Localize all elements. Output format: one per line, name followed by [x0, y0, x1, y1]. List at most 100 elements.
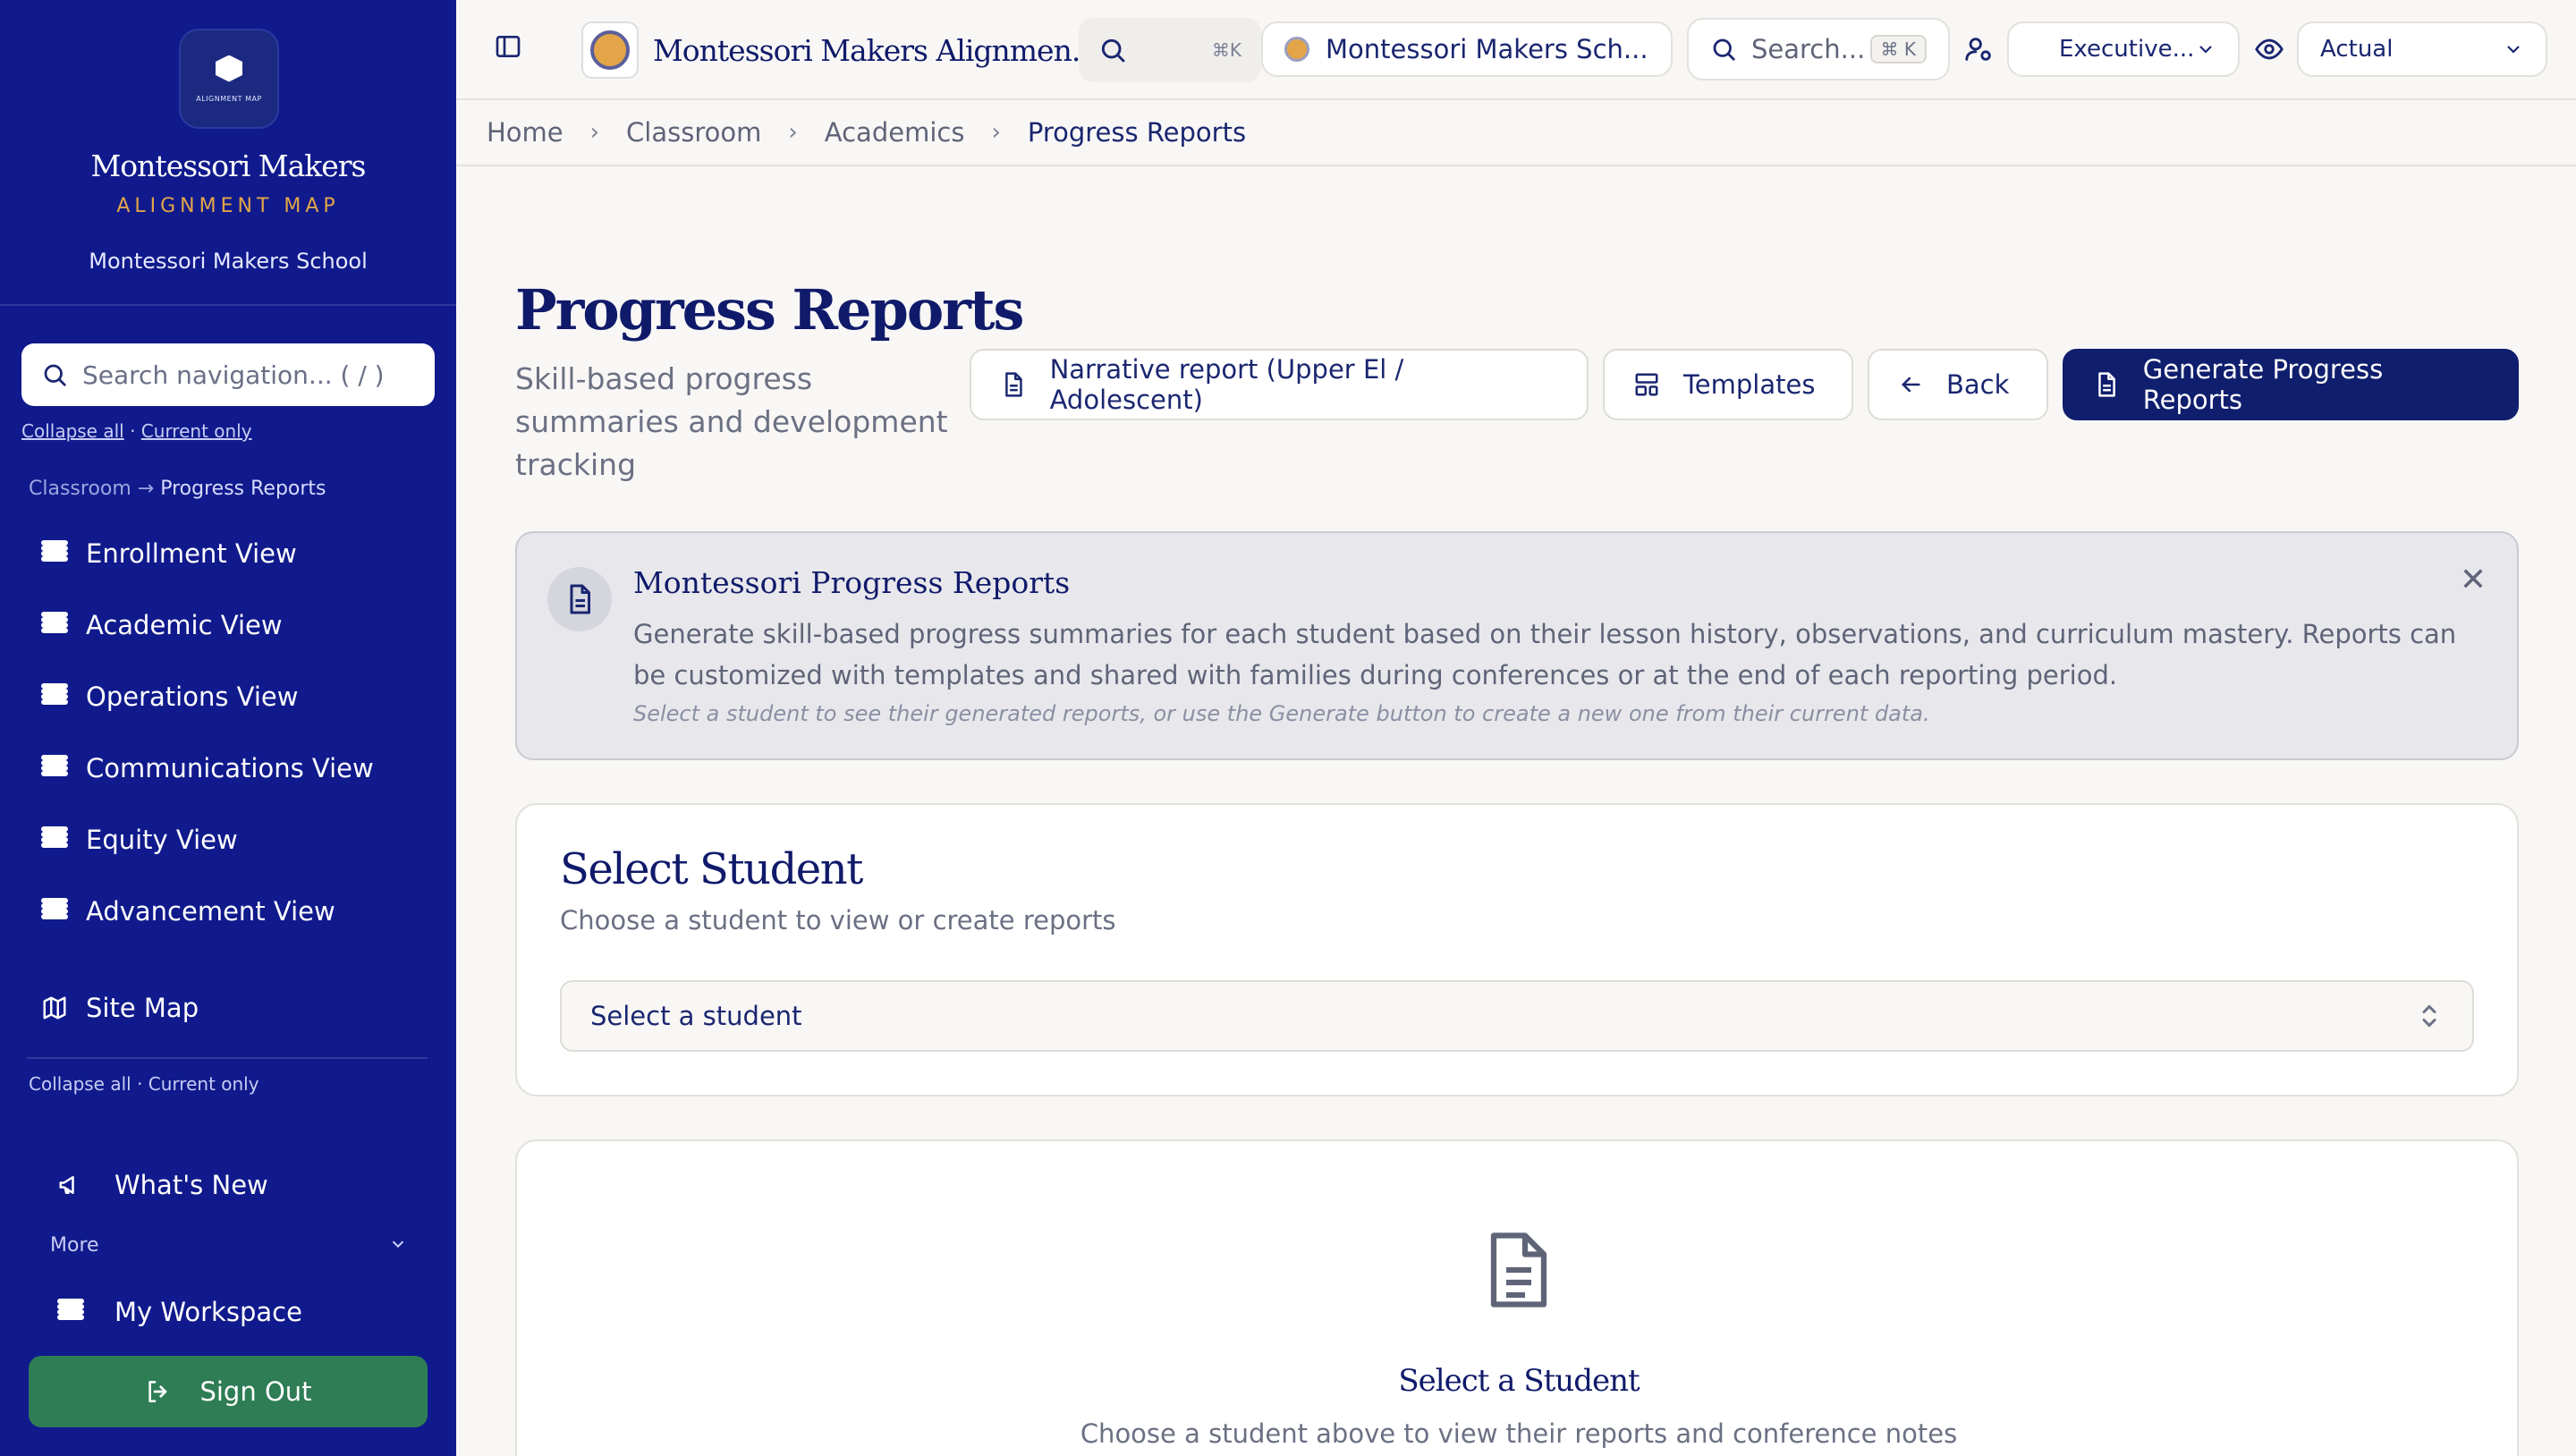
narrative-report-label: Narrative report (Upper El / Adolescent)	[1049, 354, 1404, 415]
school-selector-label: Montessori Makers Sch...	[1326, 34, 1648, 64]
sidebar-item-my-workspace[interactable]: My Workspace	[57, 1290, 302, 1334]
templates-button[interactable]: Templates	[1603, 349, 1853, 420]
global-search[interactable]: Search... ⌘ K	[1687, 18, 1950, 80]
nav-search[interactable]	[21, 343, 435, 406]
sidebar-item-label: Enrollment View	[86, 538, 297, 569]
megaphone-icon	[59, 1176, 74, 1194]
topbar: Montessori Makers Alignmen... ⌘K Montess…	[456, 0, 2576, 100]
chevron-right-icon: ›	[991, 119, 1001, 146]
sidebar-item-operations[interactable]: Operations View	[41, 674, 298, 719]
sidebar-item-label: Academic View	[86, 610, 283, 640]
sidebar-item-academic[interactable]: Academic View	[41, 603, 283, 648]
nav-controls-bottom: Collapse all · Current only	[29, 1073, 259, 1095]
generate-reports-label: Generate Progress Reports	[2142, 354, 2384, 415]
eye-icon	[2255, 38, 2284, 60]
page-title: Progress Reports	[515, 277, 1024, 343]
view-mode-value: Actual	[2320, 36, 2394, 63]
sidebar-item-communications[interactable]: Communications View	[41, 746, 374, 791]
info-body: Generate skill-based progress summaries …	[633, 619, 2457, 690]
chevron-up-down-icon	[2422, 1004, 2436, 1028]
map-icon	[43, 996, 66, 1020]
sidebar-item-label: Advancement View	[86, 896, 335, 927]
role-dropdown[interactable]: Executive...	[2007, 21, 2240, 77]
chevron-down-icon	[392, 1240, 404, 1249]
more-label: More	[50, 1234, 99, 1257]
breadcrumb-current: Progress Reports	[1027, 117, 1247, 148]
collapse-all-link[interactable]: Collapse all	[29, 1073, 131, 1095]
student-select[interactable]: Select a student	[560, 980, 2474, 1052]
current-only-link[interactable]: Current only	[141, 420, 252, 442]
current-only-link[interactable]: Current only	[148, 1073, 259, 1095]
school-name: Montessori Makers School	[89, 249, 368, 274]
sign-out-label: Sign Out	[199, 1376, 312, 1407]
sidebar-toggle-icon	[496, 36, 521, 57]
info-banner: Montessori Progress Reports Generate ski…	[515, 531, 2519, 760]
sign-out-button[interactable]: Sign Out	[29, 1356, 428, 1427]
app-logo[interactable]: ALIGNMENT MAP	[179, 29, 279, 129]
sidebar-divider	[27, 1057, 428, 1059]
logo-text: ALIGNMENT MAP	[196, 94, 262, 103]
breadcrumb-classroom[interactable]: Classroom	[626, 117, 761, 148]
more-toggle[interactable]: More	[50, 1234, 408, 1257]
arrow-left-icon	[1902, 377, 1920, 393]
grid-icon	[41, 826, 68, 853]
view-mode-toggle[interactable]	[2254, 34, 2284, 64]
card-title: Select Student	[560, 844, 863, 894]
sidebar-item-label: Operations View	[86, 681, 299, 712]
sidebar-item-enrollment[interactable]: Enrollment View	[41, 531, 297, 576]
info-note: Select a student to see their generated …	[633, 701, 1930, 726]
grid-icon	[41, 683, 68, 710]
brand-subtitle: ALIGNMENT MAP	[116, 195, 340, 217]
chevron-down-icon	[2507, 46, 2520, 54]
search-icon	[44, 364, 66, 386]
empty-state-title: Select a Student	[1398, 1363, 1640, 1399]
grid-icon	[41, 540, 68, 567]
empty-state-card: Select a Student Choose a student above …	[515, 1139, 2519, 1456]
sidebar-breadcrumb: Classroom → Progress Reports	[29, 478, 326, 500]
breadcrumb-academics[interactable]: Academics	[825, 117, 965, 148]
nav-search-input[interactable]	[82, 360, 422, 390]
narrative-report-button[interactable]: Narrative report (Upper El / Adolescent)	[970, 349, 1589, 420]
sidebar-item-advancement[interactable]: Advancement View	[41, 889, 335, 934]
card-subtitle: Choose a student to view or create repor…	[560, 905, 1116, 935]
document-icon	[570, 584, 590, 614]
view-mode-dropdown[interactable]: Actual	[2297, 21, 2547, 77]
chevron-down-icon	[2199, 46, 2212, 54]
generate-reports-button[interactable]: Generate Progress Reports	[2063, 349, 2519, 420]
collapse-all-link[interactable]: Collapse all	[21, 420, 124, 442]
close-icon[interactable]: ✕	[2460, 562, 2487, 598]
app-title-area[interactable]: Montessori Makers Alignmen...	[581, 21, 1097, 79]
school-selector[interactable]: Montessori Makers Sch...	[1261, 21, 1673, 77]
sidebar-item-whats-new[interactable]: What's New	[57, 1163, 268, 1207]
shortcut-hint: ⌘K	[1211, 39, 1241, 61]
sidebar: ALIGNMENT MAP Montessori Makers ALIGNMEN…	[0, 0, 456, 1456]
sidebar-item-label: Site Map	[86, 993, 199, 1023]
document-icon	[1005, 372, 1022, 397]
sidebar-item-site-map[interactable]: Site Map	[41, 986, 199, 1030]
breadcrumb: Home › Classroom › Academics › Progress …	[456, 100, 2576, 166]
layout-icon	[1635, 373, 1658, 396]
nav-controls-top: Collapse all · Current only	[21, 420, 252, 442]
quick-search-button[interactable]: ⌘K	[1079, 18, 1261, 82]
search-icon	[1101, 38, 1125, 63]
chevron-right-icon: ›	[788, 119, 798, 146]
grid-icon	[41, 755, 68, 782]
brand-name: Montessori Makers	[90, 148, 367, 183]
sidebar-item-label: Equity View	[86, 825, 238, 855]
app-title: Montessori Makers Alignmen...	[653, 32, 1097, 68]
sidebar-item-equity[interactable]: Equity View	[41, 817, 238, 862]
sidebar-toggle-button[interactable]	[494, 32, 522, 61]
sidebar-item-label: Communications View	[86, 753, 374, 783]
sidebar-breadcrumb-parent[interactable]: Classroom	[29, 478, 131, 500]
back-button[interactable]: Back	[1868, 349, 2048, 420]
role-dropdown-value: Executive...	[2059, 36, 2195, 63]
user-settings-icon	[1965, 38, 1991, 61]
search-kbd-hint: ⌘ K	[1869, 35, 1927, 63]
brand: ALIGNMENT MAP Montessori Makers ALIGNMEN…	[0, 0, 456, 306]
student-select-value: Select a student	[590, 1001, 802, 1031]
user-role-button[interactable]	[1964, 34, 1995, 64]
select-student-card: Select Student Choose a student to view …	[515, 803, 2519, 1096]
breadcrumb-home[interactable]: Home	[487, 117, 564, 148]
info-title: Montessori Progress Reports	[633, 565, 1071, 600]
document-icon	[2098, 372, 2115, 397]
